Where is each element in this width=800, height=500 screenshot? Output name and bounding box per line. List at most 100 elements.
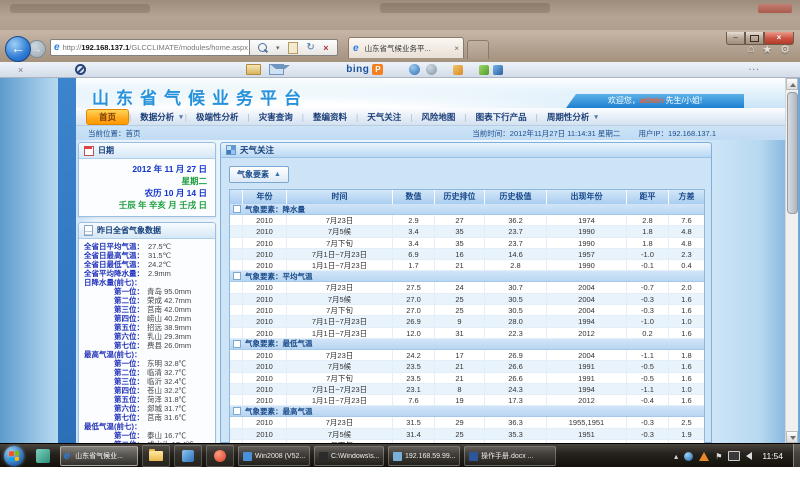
table-row[interactable]: 20101月1日~7月23日7.61917.32012-0.41.6 — [230, 395, 704, 406]
toolbar-app-icon[interactable] — [479, 65, 489, 75]
minimize-button[interactable]: – — [726, 32, 745, 45]
taskbar-window-button[interactable]: C:\Windows\s... — [314, 446, 384, 466]
tools-gear-icon[interactable]: ⚙ — [780, 43, 790, 56]
table-header-cell[interactable]: 历史排位 — [435, 190, 485, 204]
table-header-cell[interactable]: 数值 — [393, 190, 435, 204]
taskbar-window-button[interactable]: 192.168.59.99... — [388, 446, 460, 466]
table-group-row[interactable]: 气象要素：最低气温 — [230, 339, 704, 350]
action-center-flag-icon[interactable]: ⚑ — [715, 452, 722, 461]
favorites-star-icon[interactable]: ★ — [762, 43, 772, 56]
tray-up-icon[interactable]: ▴ — [674, 452, 678, 461]
new-tab-button[interactable] — [467, 40, 489, 59]
table-row[interactable]: 20107月23日27.52430.72004-0.72.0 — [230, 282, 704, 293]
home-icon[interactable]: ⌂ — [748, 43, 755, 56]
nav-item-2[interactable]: 数据分析 — [131, 109, 183, 125]
taskbar-explorer-button[interactable] — [142, 445, 170, 467]
toolbar-app-icon[interactable] — [493, 65, 503, 75]
nav-item-3[interactable]: 极端性分析 — [187, 109, 248, 125]
table-row[interactable]: 20107月5候31.42535.31951-0.31.9 — [230, 429, 704, 440]
nav-dropdown-icon[interactable]: ▾ — [179, 113, 183, 121]
taskbar-app-button[interactable] — [174, 445, 202, 467]
search-icon[interactable] — [258, 43, 267, 52]
group-toggle-icon[interactable] — [233, 205, 241, 213]
table-row[interactable]: 20101月1日~7月23日12.03122.320120.21.6 — [230, 328, 704, 339]
rank-row: 第四位：崂山 40.2mm — [82, 314, 212, 323]
card-icon[interactable] — [246, 64, 261, 75]
nav-item-1[interactable]: 首页 — [86, 109, 129, 125]
start-button[interactable] — [4, 446, 24, 466]
refresh-icon[interactable]: ↻ — [306, 42, 314, 53]
table-row[interactable]: 20107月下旬27.02530.52004-0.31.6 — [230, 305, 704, 316]
toolbar-more-icon[interactable]: ··· — [749, 65, 760, 74]
stat-label: 全省平均降水量： — [84, 269, 144, 278]
table-group-row[interactable]: 气象要素：平均气温 — [230, 271, 704, 282]
table-header-cell[interactable]: 时间 — [287, 190, 393, 204]
blocker-icon[interactable] — [75, 64, 86, 75]
nav-item-7[interactable]: 风险地图 — [412, 109, 464, 125]
table-row[interactable]: 20107月23日31.52936.31955,1951-0.32.5 — [230, 417, 704, 428]
page-scrollbar[interactable] — [785, 78, 798, 443]
table-row[interactable]: 20107月5候3.43523.719901.84.8 — [230, 226, 704, 237]
table-header-cell[interactable]: 方差 — [669, 190, 704, 204]
toolbar-app-icon[interactable] — [453, 65, 463, 75]
toolbar-close-icon[interactable]: × — [18, 65, 23, 75]
group-toggle-icon[interactable] — [233, 272, 241, 280]
table-row[interactable]: 20107月下旬3.43523.719901.84.8 — [230, 238, 704, 249]
taskbar-window-button[interactable]: 操作手册.docx ... — [464, 446, 556, 466]
scroll-up-icon[interactable] — [786, 78, 798, 90]
back-button[interactable]: ← — [5, 36, 31, 62]
table-header-cell[interactable]: 历史极值 — [485, 190, 547, 204]
table-cell: 26.9 — [485, 350, 547, 361]
speaker-icon[interactable] — [746, 452, 752, 460]
nav-item-8[interactable]: 图表下行产品 — [467, 109, 536, 125]
table-cell: 2010 — [243, 395, 287, 406]
stop-icon[interactable]: × — [323, 43, 328, 53]
group-toggle-icon[interactable] — [233, 407, 241, 415]
taskbar-app-icon[interactable] — [36, 449, 50, 463]
table-row[interactable]: 20107月5候27.02530.52004-0.31.6 — [230, 294, 704, 305]
browser-tab[interactable]: e 山东省气候业务平... × — [348, 37, 464, 58]
taskbar-media-button[interactable] — [206, 445, 234, 467]
tray-fox-icon[interactable] — [699, 452, 709, 461]
taskbar-window-button[interactable]: Win2008 (V52... — [238, 446, 310, 466]
table-cell: -1.1 — [627, 350, 669, 361]
tray-app-icon[interactable] — [684, 452, 693, 461]
group-toggle-icon[interactable] — [233, 340, 241, 348]
bing-logo[interactable]: bing — [346, 64, 369, 75]
table-header-cell[interactable]: 距平 — [627, 190, 669, 204]
nav-item-4[interactable]: 灾害查询 — [250, 109, 302, 125]
clock[interactable]: 11:54 — [762, 451, 783, 461]
table-header-cell[interactable]: 年份 — [243, 190, 287, 204]
table-row[interactable]: 20107月1日~7月23日6.91614.61957-1.02.3 — [230, 249, 704, 260]
table-row[interactable]: 20107月23日24.21726.92004-1.11.8 — [230, 350, 704, 361]
scroll-down-icon[interactable] — [786, 431, 798, 443]
table-row[interactable]: 20107月1日~7月23日23.1824.31994-1.11.0 — [230, 384, 704, 395]
show-desktop-button[interactable] — [793, 444, 800, 468]
nav-item-6[interactable]: 天气关注 — [358, 109, 410, 125]
compatibility-icon[interactable] — [288, 42, 298, 54]
nav-item-5[interactable]: 整编资料 — [304, 109, 356, 125]
nav-item-9[interactable]: 周期性分析 — [538, 109, 599, 125]
table-row[interactable]: 20107月5候23.52126.61991-0.51.6 — [230, 361, 704, 372]
taskbar-ie-button[interactable]: e 山东省气候业... — [60, 446, 138, 466]
toolbar-app-icon[interactable] — [409, 64, 420, 75]
table-row[interactable]: 20107月下旬23.52126.61991-0.51.6 — [230, 373, 704, 384]
toolbar-app-icon[interactable] — [426, 64, 437, 75]
scrollbar-thumb[interactable] — [787, 92, 798, 214]
table-row[interactable]: 20107月1日~7月23日26.9928.01994-1.01.0 — [230, 316, 704, 327]
tab-close-icon[interactable]: × — [454, 44, 459, 53]
table-row[interactable]: 20107月23日2.92736.219742.87.6 — [230, 215, 704, 226]
address-bar[interactable]: e http://192.168.137.1/GLCCLIMATE/module… — [50, 39, 250, 56]
table-row[interactable]: 20101月1日~7月23日1.7212.81990-0.10.4 — [230, 260, 704, 271]
table-header-cell[interactable]: 出现年份 — [547, 190, 627, 204]
table-group-row[interactable]: 气象要素：最高气温 — [230, 406, 704, 417]
search-dropdown-icon[interactable]: ▾ — [276, 44, 280, 52]
nav-dropdown-icon[interactable]: ▾ — [594, 113, 598, 121]
network-icon[interactable] — [728, 451, 740, 461]
table-group-row[interactable]: 气象要素：降水量 — [230, 204, 704, 215]
bing-p-icon[interactable]: P — [372, 64, 383, 75]
group-title: 气象要素：降水量 — [245, 204, 305, 215]
rank-label: 第一位： — [114, 287, 144, 296]
mail-icon[interactable] — [269, 64, 284, 75]
element-filter-button[interactable]: 气象要素 ▲ — [229, 166, 289, 183]
